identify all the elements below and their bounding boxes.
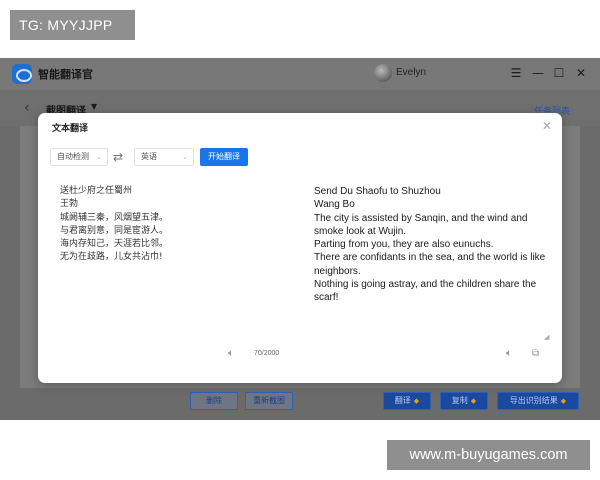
source-line: 海内存知己，天涯若比邻。 [60,239,169,250]
chevron-down-icon: ⌄ [182,153,188,161]
target-line: The city is assisted by Sanqin, and the … [314,212,528,237]
copy-icon[interactable]: ⧉ [532,348,539,359]
speaker-icon[interactable]: 🔈︎ [506,348,512,359]
resize-grip-icon[interactable]: ◢ [544,333,549,341]
target-language-select[interactable]: 英语 ⌄ [134,148,194,166]
close-icon[interactable]: ✕ [573,64,589,82]
diamond-icon: ◆ [470,397,477,405]
translate-button[interactable]: 翻译 ◆ [383,392,431,410]
swap-languages-icon[interactable]: ⇄ [113,148,123,166]
target-line: Nothing is going astray, and the childre… [314,279,537,304]
avatar[interactable] [374,64,392,82]
maximize-icon[interactable]: ☐ [551,64,567,82]
export-label: 导出识别结果 [509,396,558,405]
target-line: Send Du Shaofu to Shuzhou [314,186,441,197]
source-language-value: 自动检测 [57,152,89,161]
target-line: Parting from you, they are also eunuchs. [314,239,494,251]
watermark-top: TG: MYYJJPP [10,10,135,40]
translate-label: 翻译 [394,396,411,405]
source-line: 王勃 [60,199,79,210]
diamond-icon: ◆ [413,397,420,405]
app-title: 智能翻译官 [38,68,93,81]
target-line: Wang Bo [314,199,355,211]
title-bar: 智能翻译官 Evelyn ☰ — ☐ ✕ [0,58,600,90]
minimize-icon[interactable]: — [530,64,546,82]
chevron-down-icon[interactable]: ▼ [91,102,97,111]
watermark-bottom: www.m-buyugames.com [387,440,590,470]
dialog-close-icon[interactable]: ✕ [542,119,552,133]
app-logo-icon [12,64,32,84]
text-translate-dialog: 文本翻译 ✕ 自动检测 ⌄ ⇄ 英语 ⌄ 开始翻译 送杜少府之任蜀州 王勃 城阙… [38,113,562,383]
start-translate-button[interactable]: 开始翻译 [200,148,248,166]
source-line: 城阙辅三秦，风烟望五津。 [60,212,169,223]
back-arrow-icon[interactable]: ‹ [24,100,30,116]
source-language-select[interactable]: 自动检测 ⌄ [50,148,108,166]
source-line: 与君离别意，同是宦游人。 [60,225,169,236]
username[interactable]: Evelyn [396,67,426,78]
copy-label: 复制 [451,396,468,405]
bottom-action-bar: 删除 重新截图 翻译 ◆ 复制 ◆ 导出识别结果 ◆ [0,388,600,420]
target-line: There are confidants in the sea, and the… [314,252,546,277]
source-line: 无为在歧路，儿女共沾巾! [60,252,163,263]
recapture-button[interactable]: 重新截图 [245,392,293,410]
menu-icon[interactable]: ☰ [508,64,524,82]
character-count: 70/2000 [254,350,280,357]
translation-output[interactable]: Send Du Shaofu to Shuzhou Wang Bo The ci… [314,185,546,305]
delete-button[interactable]: 删除 [190,392,238,410]
source-line: 送杜少府之任蜀州 [60,186,133,196]
speaker-icon[interactable]: 🔈︎ [228,348,234,359]
diamond-icon: ◆ [560,397,567,405]
target-language-value: 英语 [141,152,157,161]
export-results-button[interactable]: 导出识别结果 ◆ [497,392,579,410]
dialog-title: 文本翻译 [52,124,89,134]
copy-button[interactable]: 复制 ◆ [440,392,488,410]
source-text-input[interactable]: 送杜少府之任蜀州 王勃 城阙辅三秦，风烟望五津。 与君离别意，同是宦游人。 海内… [60,185,260,265]
chevron-down-icon: ⌄ [96,153,102,161]
